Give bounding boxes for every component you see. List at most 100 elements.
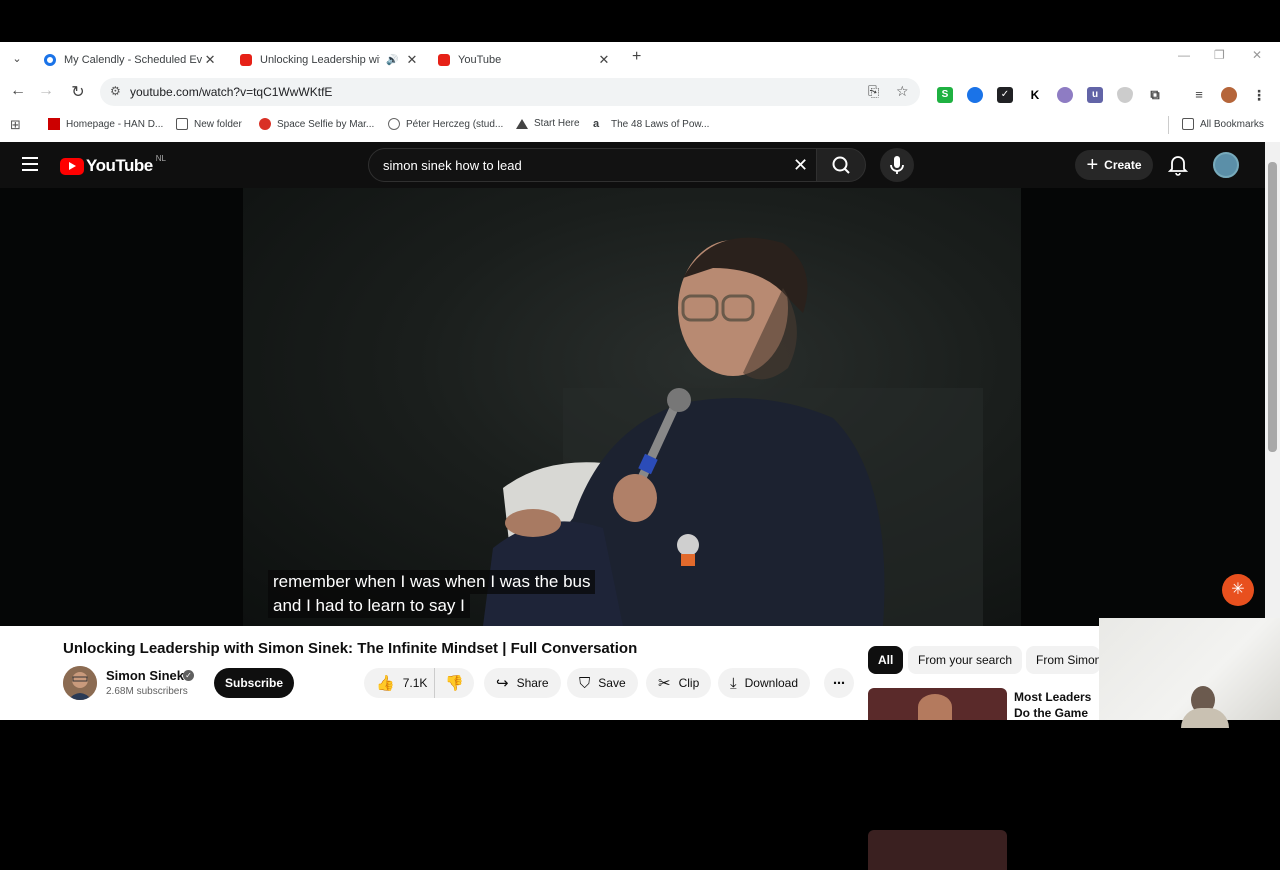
- tab-calendly[interactable]: My Calendly - Scheduled Events ✕: [36, 46, 226, 74]
- extension-feather-icon[interactable]: [1057, 87, 1073, 103]
- recommended-video-title[interactable]: Most Leaders Do the Game They'r: [1014, 689, 1100, 720]
- subscribe-button[interactable]: Subscribe: [214, 668, 294, 698]
- install-app-icon[interactable]: ⎘: [868, 83, 879, 100]
- youtube-page: YouTube NL simon sinek how to lead ✕ + C…: [0, 142, 1265, 870]
- calendly-icon: [44, 54, 56, 66]
- voice-search-button[interactable]: [880, 148, 914, 182]
- channel-name[interactable]: Simon Sinek: [106, 668, 184, 683]
- site-info-icon[interactable]: ⚙: [110, 84, 121, 98]
- create-label: Create: [1104, 158, 1142, 172]
- menu-icon[interactable]: [22, 157, 38, 171]
- speaker-scene: [483, 237, 983, 626]
- tab-youtube[interactable]: YouTube ✕: [430, 46, 620, 74]
- chip-from-your-search[interactable]: From your search: [908, 646, 1023, 674]
- extension-u-icon[interactable]: u: [1087, 87, 1103, 103]
- globe-icon: [388, 118, 400, 130]
- youtube-icon: [438, 54, 450, 66]
- clip-label: Clip: [678, 676, 700, 690]
- tab-search-dropdown[interactable]: ⌄: [8, 50, 26, 68]
- youtube-icon: [240, 54, 252, 66]
- share-icon: ↪: [496, 675, 509, 692]
- clip-button[interactable]: ✂ Clip: [646, 668, 712, 698]
- bookmark-label: The 48 Laws of Pow...: [611, 118, 710, 130]
- browser-chrome: ⌄ My Calendly - Scheduled Events ✕ Unloc…: [0, 42, 1280, 142]
- save-label: Save: [598, 676, 626, 690]
- all-bookmarks[interactable]: All Bookmarks: [1182, 118, 1264, 130]
- youtube-logo[interactable]: YouTube NL: [60, 154, 166, 176]
- maximize-icon[interactable]: ❐: [1214, 48, 1225, 62]
- amazon-icon: a: [593, 118, 600, 130]
- more-actions-button[interactable]: ⋯: [824, 668, 854, 698]
- bookmark-han[interactable]: Homepage - HAN D...: [48, 118, 163, 130]
- forward-icon[interactable]: →: [36, 82, 56, 100]
- search-input[interactable]: simon sinek how to lead ✕: [368, 148, 824, 182]
- verified-check-icon: ✓: [183, 670, 194, 681]
- recommended-video-thumbnail[interactable]: [868, 830, 1007, 870]
- screen-top-bar: [0, 0, 1280, 42]
- browser-menu-icon[interactable]: ⋮: [1251, 87, 1267, 103]
- close-tab-icon[interactable]: ✕: [596, 52, 612, 68]
- minimize-icon[interactable]: —: [1178, 48, 1190, 62]
- recommended-video-thumbnail[interactable]: [868, 688, 1007, 720]
- more-horizontal-icon: ⋯: [833, 676, 845, 690]
- extensions-puzzle-icon[interactable]: ⧉: [1147, 87, 1163, 103]
- close-tab-icon[interactable]: ✕: [202, 52, 218, 68]
- notifications-bell-icon[interactable]: [1168, 154, 1188, 176]
- dislike-button[interactable]: 👎: [434, 668, 474, 698]
- extension-circle-icon[interactable]: [967, 87, 983, 103]
- account-avatar[interactable]: [1213, 152, 1239, 178]
- new-tab-icon[interactable]: +: [632, 48, 641, 66]
- bookmark-start-here[interactable]: Start Here: [516, 118, 580, 129]
- subtitle-line: remember when I was when I was the bus: [268, 570, 596, 594]
- all-bookmarks-label: All Bookmarks: [1200, 118, 1264, 130]
- like-button[interactable]: 👍 7.1K: [364, 668, 434, 698]
- extension-s-icon[interactable]: S: [937, 87, 953, 103]
- tab-title: My Calendly - Scheduled Events: [64, 54, 203, 66]
- chip-from-channel[interactable]: From Simon: [1026, 646, 1100, 674]
- scissors-icon: ✂: [658, 675, 671, 692]
- chip-all[interactable]: All: [868, 646, 904, 674]
- extension-check-icon[interactable]: ✓: [997, 87, 1013, 103]
- folder-icon: [1182, 118, 1194, 130]
- video-player[interactable]: remember when I was when I was the bus a…: [0, 188, 1265, 626]
- save-button[interactable]: ⛉ Save: [567, 668, 638, 698]
- youtube-play-icon: [60, 157, 84, 175]
- url-text[interactable]: youtube.com/watch?v=tqC1WwWKtfE: [130, 85, 332, 99]
- search-query[interactable]: simon sinek how to lead: [383, 158, 522, 173]
- bookmark-new-folder[interactable]: New folder: [176, 118, 242, 130]
- search-button[interactable]: [816, 148, 866, 182]
- subscriber-count: 2.68M subscribers: [106, 686, 188, 697]
- bookmark-peter[interactable]: Péter Herczeg (stud...: [388, 118, 503, 130]
- address-bar[interactable]: ⚙ youtube.com/watch?v=tqC1WwWKtfE ⎘ ☆: [100, 78, 920, 106]
- profile-icon[interactable]: [1221, 87, 1237, 103]
- extension-k-icon[interactable]: K: [1027, 87, 1043, 103]
- tab-title: Unlocking Leadership with: [260, 54, 380, 66]
- close-tab-icon[interactable]: ✕: [404, 52, 420, 68]
- clear-search-icon[interactable]: ✕: [793, 155, 808, 176]
- download-button[interactable]: ⤓ Download: [718, 668, 811, 698]
- subtitle-line: and I had to learn to say I: [268, 594, 470, 618]
- apps-icon[interactable]: ⊞: [10, 117, 21, 133]
- bookmark-48-laws[interactable]: a The 48 Laws of Pow...: [593, 118, 709, 130]
- close-window-icon[interactable]: ✕: [1252, 48, 1262, 62]
- bookmark-space-selfie[interactable]: Space Selfie by Mar...: [259, 118, 374, 130]
- create-button[interactable]: + Create: [1075, 150, 1153, 180]
- assistant-floating-icon[interactable]: ✳: [1222, 574, 1254, 606]
- bookmark-divider: [1168, 116, 1169, 134]
- video-frame: [243, 188, 1021, 626]
- back-icon[interactable]: ←: [8, 82, 28, 100]
- tab-youtube-video[interactable]: Unlocking Leadership with 🔊 ✕: [232, 46, 428, 74]
- reload-icon[interactable]: ↻: [68, 82, 88, 102]
- bookmark-label: Homepage - HAN D...: [66, 118, 164, 130]
- speaker-icon[interactable]: 🔊: [386, 55, 398, 66]
- share-button[interactable]: ↪ Share: [484, 668, 561, 698]
- media-control-icon[interactable]: ≡: [1191, 87, 1207, 103]
- channel-avatar[interactable]: [63, 666, 97, 700]
- search-icon: [832, 156, 850, 174]
- video-subtitles: remember when I was when I was the bus a…: [268, 570, 596, 618]
- webcam-person-body: [1181, 708, 1229, 728]
- space-icon: [259, 118, 271, 130]
- bookmark-star-icon[interactable]: ☆: [896, 83, 909, 100]
- scrollbar-thumb[interactable]: [1268, 162, 1277, 452]
- bookmark-label: Space Selfie by Mar...: [277, 118, 375, 130]
